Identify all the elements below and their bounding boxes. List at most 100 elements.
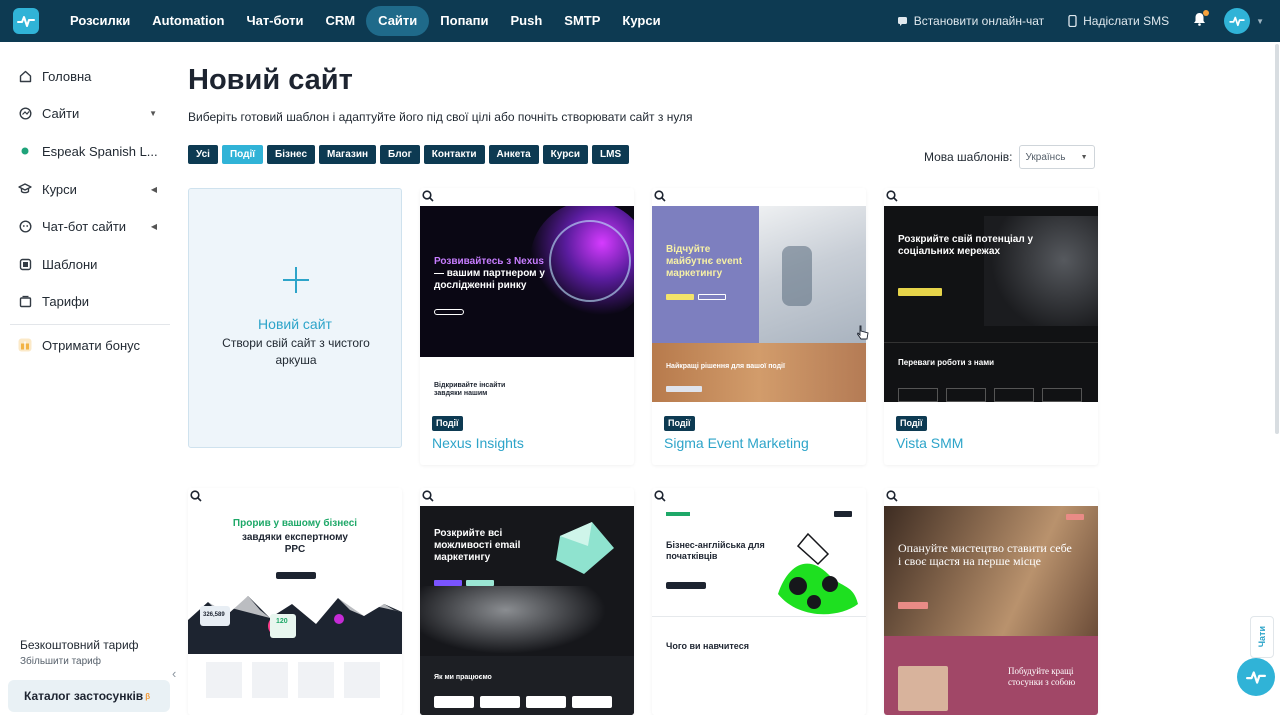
template-card-english[interactable]: Бізнес-англійська для початківців Чого в…: [652, 488, 866, 715]
filter-chip-business[interactable]: Бізнес: [267, 145, 316, 164]
chats-tab[interactable]: Чати: [1250, 616, 1274, 658]
template-language-label: Мова шаблонів:: [924, 150, 1013, 164]
category-badge: Події: [664, 416, 695, 431]
chat-widget-button[interactable]: [1237, 658, 1275, 696]
filter-chip-courses[interactable]: Курси: [542, 145, 589, 164]
filter-chip-all[interactable]: Усі: [188, 145, 218, 164]
nav-item-automation[interactable]: Automation: [141, 6, 235, 36]
template-card-email[interactable]: Розкрийте всі можливості email маркетинг…: [420, 488, 634, 715]
preview-divider: [652, 616, 866, 617]
preview-section-heading: Відкривайте інсайти завдяки нашим: [434, 382, 506, 398]
zoom-icon[interactable]: [886, 490, 898, 502]
install-chat-link[interactable]: Встановити онлайн-чат: [897, 14, 1044, 28]
category-badge: Події: [896, 416, 927, 431]
template-language-select[interactable]: Українсь ▼: [1018, 145, 1095, 169]
zoom-icon[interactable]: [422, 190, 434, 202]
nav-item-crm[interactable]: CRM: [315, 6, 367, 36]
preview-photo-figure: [782, 246, 812, 306]
sidebar-item-label: Чат-бот сайти: [42, 218, 127, 234]
sidebar-item-chatbot-sites[interactable]: Чат-бот сайти ◀: [18, 216, 163, 236]
top-navigation-bar: Розсилки Automation Чат-боти CRM Сайти П…: [0, 0, 1280, 42]
sidebar-item-site-espeak[interactable]: Espeak Spanish L...: [18, 141, 163, 161]
sidebar-item-home[interactable]: Головна: [18, 66, 163, 86]
nav-item-mailings[interactable]: Розсилки: [59, 6, 141, 36]
nav-item-sites[interactable]: Сайти: [366, 6, 430, 36]
preview-stat-value: 120: [276, 618, 288, 625]
plan-info: Безкоштовний тариф Збільшити тариф: [20, 638, 139, 667]
template-card-vista[interactable]: Розкрийте свій потенціал у соціальних ме…: [884, 188, 1098, 465]
plus-icon: [283, 267, 309, 293]
template-preview: Опануйте мистецтво ставити себе і своє щ…: [884, 506, 1098, 715]
nav-item-push[interactable]: Push: [500, 6, 554, 36]
chat-bubble-icon: [897, 16, 907, 26]
nav-item-courses[interactable]: Курси: [611, 6, 671, 36]
nav-item-chatbots[interactable]: Чат-боти: [235, 6, 314, 36]
collapse-sidebar-icon[interactable]: ‹: [172, 666, 176, 681]
template-language: Мова шаблонів: Українсь ▼: [924, 145, 1095, 169]
template-language-value: Українсь: [1025, 151, 1066, 163]
zoom-icon[interactable]: [422, 490, 434, 502]
sidebar-item-pricing[interactable]: Тарифи: [18, 291, 163, 311]
sidebar-item-sites[interactable]: Сайти ▼: [18, 103, 163, 123]
app-logo[interactable]: [13, 8, 39, 34]
sidebar-item-bonus[interactable]: Отримати бонус: [18, 335, 163, 355]
sidebar-item-label: Головна: [42, 68, 92, 84]
preview-step-box: [526, 696, 566, 708]
preview-section-heading: Переваги роботи з нами: [898, 358, 995, 367]
sidebar-item-label: Курси: [42, 181, 77, 197]
sidebar-item-courses[interactable]: Курси ◀: [18, 179, 163, 199]
preview-heading: — вашим партнером у дослідженні ринку: [434, 268, 545, 291]
chevron-down-icon[interactable]: ▼: [1256, 17, 1264, 26]
notifications-button[interactable]: [1193, 9, 1210, 31]
nav-item-popups[interactable]: Попапи: [429, 6, 499, 36]
preview-button: [666, 582, 706, 589]
user-avatar[interactable]: [1224, 8, 1251, 34]
send-sms-link[interactable]: Надіслати SMS: [1068, 14, 1169, 28]
top-right-actions: Встановити онлайн-чат Надіслати SMS ▼: [897, 0, 1280, 42]
preview-light: [420, 586, 634, 666]
template-card-ppc[interactable]: Прорив у вашому бізнесі завдяки експертн…: [188, 488, 402, 715]
preview-feature-box: [1042, 388, 1082, 402]
filter-chip-lms[interactable]: LMS: [592, 145, 630, 164]
preview-button: [898, 602, 928, 609]
new-site-card[interactable]: Новий сайт Створи свій сайт з чистого ар…: [188, 188, 402, 448]
status-dot-icon: [18, 144, 32, 158]
sidebar: Головна Сайти ▼ Espeak Spanish L... Курс…: [0, 42, 180, 715]
main-nav: Розсилки Automation Чат-боти CRM Сайти П…: [59, 0, 672, 42]
app-catalog-button[interactable]: Каталог застосунків β: [8, 680, 170, 712]
preview-section: [652, 343, 866, 402]
preview-heading: Розкрийте всі можливості email маркетинг…: [434, 528, 521, 563]
filter-chip-survey[interactable]: Анкета: [488, 145, 539, 164]
template-card-nexus[interactable]: Розвивайтесь з Nexus — вашим партнером у…: [420, 188, 634, 465]
preview-heading: завдяки експертному PPC: [242, 532, 348, 555]
preview-step-box: [572, 696, 612, 708]
nav-item-smtp[interactable]: SMTP: [553, 6, 611, 36]
filter-chip-shop[interactable]: Магазин: [319, 145, 377, 164]
filter-chip-contacts[interactable]: Контакти: [423, 145, 485, 164]
sidebar-item-label: Сайти: [42, 105, 80, 121]
zoom-icon[interactable]: [654, 190, 666, 202]
zoom-icon[interactable]: [654, 490, 666, 502]
template-name[interactable]: Vista SMM: [896, 435, 963, 451]
page-scrollbar[interactable]: [1275, 44, 1279, 434]
chats-tab-label: Чати: [1257, 626, 1267, 648]
preview-feature-box: [946, 388, 986, 402]
preview-feature-box: [898, 388, 938, 402]
preview-nav-button: [1066, 514, 1084, 520]
template-name[interactable]: Nexus Insights: [432, 435, 524, 451]
zoom-icon[interactable]: [190, 490, 202, 502]
template-preview: Прорив у вашому бізнесі завдяки експертн…: [188, 506, 402, 715]
sidebar-item-templates[interactable]: Шаблони: [18, 254, 163, 274]
template-card-selflove[interactable]: Опануйте мистецтво ставити себе і своє щ…: [884, 488, 1098, 715]
new-site-subtitle: Створи свій сайт з чистого аркуша: [222, 336, 370, 367]
filter-chip-blog[interactable]: Блог: [380, 145, 420, 164]
template-card-sigma[interactable]: Відчуйте майбутнє event маркетингу Найкр…: [652, 188, 866, 465]
zoom-icon[interactable]: [886, 190, 898, 202]
preview-button: [434, 309, 464, 315]
filter-chip-events[interactable]: Події: [221, 145, 264, 164]
template-name[interactable]: Sigma Event Marketing: [664, 435, 809, 451]
preview-photo: [884, 506, 1098, 636]
new-site-title: Новий сайт: [258, 316, 332, 332]
preview-button-primary: [434, 580, 462, 586]
upgrade-plan-link[interactable]: Збільшити тариф: [20, 656, 139, 667]
